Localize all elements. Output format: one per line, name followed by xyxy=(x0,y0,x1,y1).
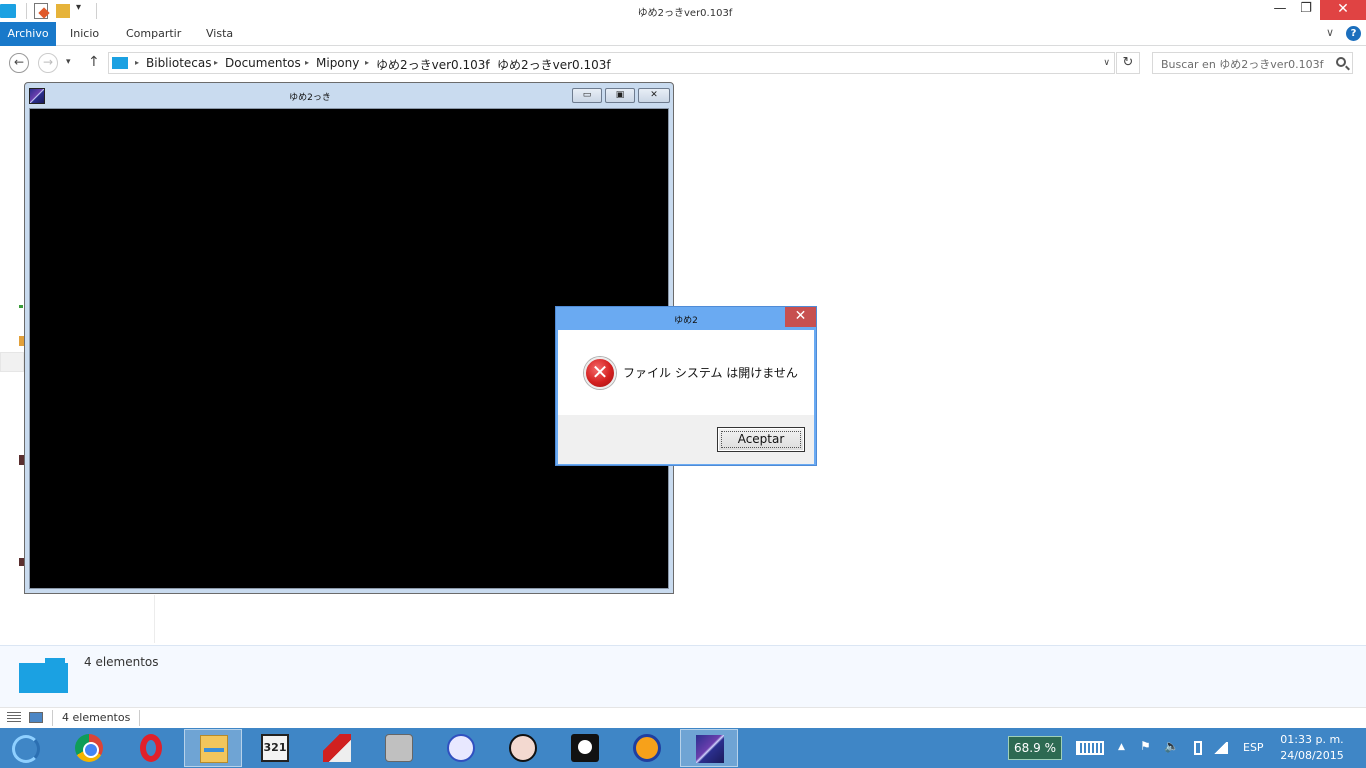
breadcrumb-bibliotecas[interactable]: Bibliotecas xyxy=(146,56,211,70)
taskbar-tool-app[interactable] xyxy=(308,729,366,767)
dialog-body: ✕ ファイル システム は開けません xyxy=(558,330,814,415)
game-app-icon[interactable] xyxy=(29,88,45,104)
nav-pane-selected-item[interactable] xyxy=(0,352,24,372)
navigation-bar: ← → ▾ ↑ ▸ Bibliotecas ▸ Documentos ▸ Mip… xyxy=(0,50,1366,78)
start-button[interactable] xyxy=(12,735,40,763)
battery-meter[interactable]: 68.9 % xyxy=(1008,736,1062,760)
ribbon-tabs: Archivo Inicio Compartir Vista ∨ ? xyxy=(0,22,1366,46)
ok-button[interactable]: Aceptar xyxy=(717,427,805,452)
qat-divider xyxy=(96,3,97,19)
folder-icon xyxy=(19,658,68,693)
address-dropdown-icon[interactable]: ∨ xyxy=(1103,58,1110,68)
close-button[interactable]: ✕ xyxy=(1320,0,1366,20)
dialog-title: ゆめ2 xyxy=(674,316,698,326)
breadcrumb-folder[interactable]: ゆめ2っきver0.103f xyxy=(376,56,490,73)
clock-time[interactable]: 01:33 p. m. xyxy=(1276,733,1348,746)
file-explorer-icon xyxy=(200,735,228,763)
game-maximize-button[interactable]: ▣ xyxy=(605,88,635,103)
minimize-button[interactable]: — xyxy=(1266,0,1294,20)
tab-compartir[interactable]: Compartir xyxy=(126,22,181,46)
game-minimize-button[interactable]: ▭ xyxy=(572,88,602,103)
new-folder-icon[interactable] xyxy=(56,4,70,18)
game-window-title: ゆめ2っき xyxy=(289,93,331,103)
game-close-button[interactable]: ✕ xyxy=(638,88,670,103)
recent-locations-icon[interactable]: ▾ xyxy=(66,57,71,67)
error-icon: ✕ xyxy=(584,357,616,389)
media-player-icon: 321 xyxy=(261,734,289,762)
properties-icon[interactable] xyxy=(34,3,48,19)
breadcrumb-separator[interactable]: ▸ xyxy=(214,58,218,67)
action-center-flag-icon[interactable]: ⚑ xyxy=(1140,739,1151,753)
show-hidden-icons-icon[interactable]: ▲ xyxy=(1118,742,1125,752)
tab-inicio[interactable]: Inicio xyxy=(70,22,99,46)
details-pane: 4 elementos xyxy=(0,645,1366,707)
taskbar-media-player[interactable]: 321 xyxy=(246,729,304,767)
large-icons-view-icon[interactable] xyxy=(29,712,43,723)
window-title: ゆめ2っきver0.103f xyxy=(637,8,733,19)
breadcrumb-documentos[interactable]: Documentos xyxy=(225,56,301,70)
taskbar-yume2kki[interactable] xyxy=(680,729,738,767)
taskbar-file-explorer[interactable] xyxy=(184,729,242,767)
tab-vista[interactable]: Vista xyxy=(206,22,233,46)
folder-icon xyxy=(112,57,128,69)
folder-icon xyxy=(0,4,16,18)
taskbar-paint-app[interactable] xyxy=(432,729,490,767)
power-icon[interactable] xyxy=(1194,741,1202,755)
error-dialog: ゆめ2 ✕ ✕ ファイル システム は開けません Aceptar xyxy=(555,306,817,466)
opera-icon xyxy=(140,734,162,762)
status-bar: 4 elementos xyxy=(0,707,1366,728)
tab-archivo[interactable]: Archivo xyxy=(0,22,56,46)
skull-icon xyxy=(571,734,599,762)
status-divider xyxy=(52,710,53,726)
search-input[interactable]: Buscar en ゆめ2っきver0.103f xyxy=(1152,52,1353,74)
breadcrumb-separator[interactable]: ▸ xyxy=(486,58,490,67)
qat-dropdown-icon[interactable]: ▾ xyxy=(76,2,81,18)
taskbar-chrome[interactable] xyxy=(60,729,118,767)
clock-date[interactable]: 24/08/2015 xyxy=(1276,749,1348,762)
address-bar[interactable]: ▸ Bibliotecas ▸ Documentos ▸ Mipony ▸ ゆめ… xyxy=(108,52,1115,74)
breadcrumb-current-folder[interactable]: ゆめ2っきver0.103f xyxy=(497,56,611,73)
breadcrumb-separator[interactable]: ▸ xyxy=(305,58,309,67)
touch-keyboard-icon[interactable] xyxy=(1076,741,1104,755)
yume2kki-icon xyxy=(696,735,724,763)
volume-icon[interactable]: 🔈 xyxy=(1164,739,1179,753)
taskbar: 321 68.9 % ▲ ⚑ 🔈 ESP 01:33 p. m. 24/08/2… xyxy=(0,728,1366,768)
up-button[interactable]: ↑ xyxy=(88,54,100,70)
dialog-footer: Aceptar xyxy=(558,415,814,464)
explorer-title-bar: ▾ ゆめ2っきver0.103f — ❐ ✕ xyxy=(0,0,1366,22)
nav-pane-item-icon[interactable] xyxy=(19,305,23,308)
audacity-icon xyxy=(633,734,661,762)
refresh-button[interactable]: ↻ xyxy=(1116,52,1140,74)
taskbar-drive-app[interactable] xyxy=(370,729,428,767)
taskbar-opera[interactable] xyxy=(122,729,180,767)
status-divider xyxy=(139,710,140,726)
breadcrumb-separator[interactable]: ▸ xyxy=(135,58,139,67)
paint-app-icon xyxy=(447,734,475,762)
back-button[interactable]: ← xyxy=(9,53,29,73)
chrome-icon xyxy=(75,734,103,762)
taskbar-isaac-game[interactable] xyxy=(494,729,552,767)
input-language[interactable]: ESP xyxy=(1243,741,1264,754)
error-message: ファイル システム は開けません xyxy=(623,366,798,380)
maximize-button[interactable]: ❐ xyxy=(1292,0,1320,20)
status-item-count: 4 elementos xyxy=(62,711,131,724)
help-icon[interactable]: ? xyxy=(1346,26,1361,41)
nav-pane-divider[interactable] xyxy=(154,595,155,643)
isaac-game-icon xyxy=(509,734,537,762)
taskbar-skull-app[interactable] xyxy=(556,729,614,767)
search-placeholder: Buscar en ゆめ2っきver0.103f xyxy=(1161,58,1324,71)
forward-button[interactable]: → xyxy=(38,53,58,73)
breadcrumb-separator[interactable]: ▸ xyxy=(365,58,369,67)
tool-app-icon xyxy=(323,734,351,762)
qat-divider xyxy=(26,3,27,19)
taskbar-audacity[interactable] xyxy=(618,729,676,767)
drive-app-icon xyxy=(385,734,413,762)
details-item-count: 4 elementos xyxy=(84,655,159,669)
dialog-close-button[interactable]: ✕ xyxy=(785,307,816,327)
expand-ribbon-icon[interactable]: ∨ xyxy=(1326,26,1334,39)
details-view-icon[interactable] xyxy=(7,712,21,723)
search-icon[interactable] xyxy=(1336,57,1346,67)
network-signal-icon[interactable] xyxy=(1212,742,1228,754)
breadcrumb-mipony[interactable]: Mipony xyxy=(316,56,359,70)
